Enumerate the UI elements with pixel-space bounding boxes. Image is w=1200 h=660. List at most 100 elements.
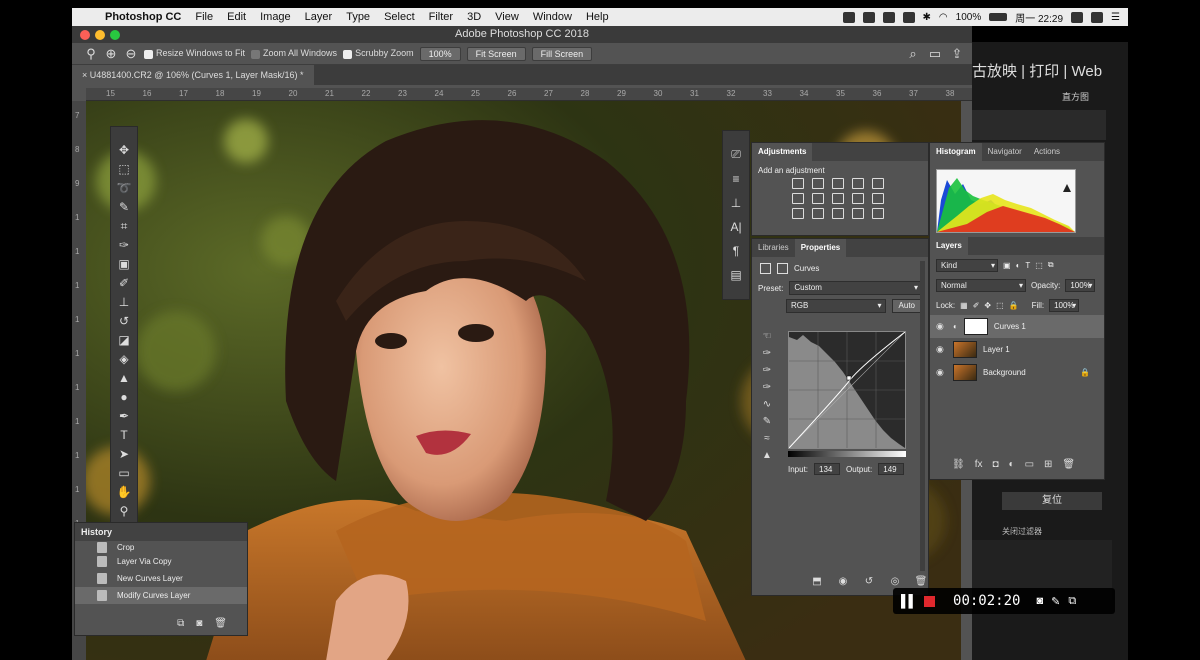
background-reset-button[interactable]: 复位	[1002, 492, 1102, 510]
pencil-curve-icon[interactable]: ✎	[760, 416, 774, 428]
filter-pixel-icon[interactable]: ▣	[1003, 261, 1011, 270]
pause-icon[interactable]: ▌▌	[901, 594, 917, 608]
posterize-icon[interactable]	[812, 208, 824, 219]
clone-source-icon[interactable]: ⊥	[731, 196, 741, 210]
eyedropper-tool-icon[interactable]: ✑	[113, 236, 135, 254]
view-previous-state-icon[interactable]: ◉	[836, 576, 850, 587]
reset-adjustment-icon[interactable]: ↺	[862, 576, 876, 587]
dodge-tool-icon[interactable]: ●	[113, 388, 135, 406]
move-tool-icon[interactable]: ✥	[113, 141, 135, 159]
zoom-in-icon[interactable]: ⊕	[104, 46, 118, 61]
layer-mask-icon[interactable]	[777, 262, 788, 274]
paint-bucket-tool-icon[interactable]: ◈	[113, 350, 135, 368]
filter-type-icon[interactable]: T	[1025, 261, 1030, 270]
trash-icon[interactable]: 🗑	[914, 576, 928, 587]
white-point-eyedropper-icon[interactable]: ✑	[760, 382, 774, 394]
selective-color-icon[interactable]	[872, 208, 884, 219]
gradient-map-icon[interactable]	[852, 208, 864, 219]
quick-select-tool-icon[interactable]: ✎	[113, 198, 135, 216]
brightness-contrast-icon[interactable]	[792, 178, 804, 189]
resize-windows-checkbox[interactable]: Resize Windows to Fit	[144, 48, 245, 59]
menu-app-name[interactable]: Photoshop CC	[98, 11, 188, 23]
visibility-eye-icon[interactable]: ◉	[936, 321, 947, 332]
snapshot-camera-icon[interactable]: ◙	[196, 618, 202, 629]
zoom-all-windows-checkbox[interactable]: Zoom All Windows	[251, 48, 337, 59]
wechat-icon[interactable]	[902, 11, 915, 23]
zoom-out-icon[interactable]: ⊖	[124, 46, 138, 61]
black-white-icon[interactable]	[832, 193, 844, 204]
filter-smart-object-icon[interactable]: ⧉	[1048, 260, 1054, 270]
tab-navigator[interactable]: Navigator	[982, 143, 1028, 161]
kind-filter-select[interactable]: Kind	[936, 258, 998, 272]
curves-graph[interactable]	[788, 331, 906, 449]
menu-image[interactable]: Image	[253, 11, 298, 23]
blur-tool-icon[interactable]: ▲	[113, 369, 135, 387]
share-icon[interactable]: ⇪	[950, 46, 964, 61]
close-tab-icon[interactable]: ×	[82, 70, 90, 80]
clock[interactable]: 周一 22:29	[1015, 10, 1063, 25]
history-item-modify-curves-layer[interactable]: Modify Curves Layer	[75, 587, 247, 604]
levels-icon[interactable]	[812, 178, 824, 189]
fill-value[interactable]: 100%	[1049, 298, 1080, 312]
brush-settings-icon[interactable]: ≡	[732, 172, 739, 186]
trash-icon[interactable]: 🗑	[214, 618, 227, 629]
new-adjustment-icon[interactable]: ◐	[1009, 459, 1015, 470]
minimize-icon[interactable]: ⧉	[1068, 595, 1076, 608]
layer-row-curves-1[interactable]: ◉ ◐ Curves 1	[930, 315, 1104, 338]
new-layer-icon[interactable]: ⊞	[1044, 459, 1052, 470]
exposure-icon[interactable]	[852, 178, 864, 189]
tab-actions[interactable]: Actions	[1028, 143, 1066, 161]
menu-3d[interactable]: 3D	[460, 11, 488, 23]
zoom-100-button[interactable]: 100%	[419, 46, 461, 61]
layer-mask-thumbnail[interactable]	[963, 318, 988, 335]
input-value[interactable]: 134	[814, 463, 841, 475]
new-document-from-state-icon[interactable]: ⧉	[177, 618, 184, 629]
healing-brush-tool-icon[interactable]: ▣	[113, 255, 135, 273]
pen-icon[interactable]: ✎	[1051, 595, 1060, 608]
menu-type[interactable]: Type	[339, 11, 377, 23]
zoom-window-icon[interactable]	[110, 30, 120, 40]
black-point-eyedropper-icon[interactable]: ✑	[760, 348, 774, 360]
app-status-icon[interactable]	[882, 11, 895, 23]
lock-transparent-icon[interactable]: ▦	[960, 301, 968, 310]
vibrance-icon[interactable]	[872, 178, 884, 189]
fit-screen-button[interactable]: Fit Screen	[466, 46, 526, 61]
character-panel-icon[interactable]: A|	[730, 220, 741, 234]
brush-panel-icon[interactable]: ⎚	[731, 147, 741, 162]
smooth-curve-icon[interactable]: ≈	[760, 433, 774, 445]
link-layers-icon[interactable]: ⛓	[952, 459, 965, 470]
lock-position-icon[interactable]: ✥	[984, 301, 991, 310]
hue-saturation-icon[interactable]	[792, 193, 804, 204]
type-tool-icon[interactable]: T	[113, 426, 135, 444]
visibility-eye-icon[interactable]: ◉	[936, 367, 947, 378]
lock-all-icon[interactable]: 🔒	[1009, 301, 1019, 310]
auto-button[interactable]: Auto	[891, 299, 922, 313]
layer-row-background[interactable]: ◉ Background 🔒	[930, 361, 1104, 384]
close-window-icon[interactable]	[80, 30, 90, 40]
output-value[interactable]: 149	[878, 463, 905, 475]
history-item-new-curves-layer[interactable]: New Curves Layer	[75, 570, 247, 587]
lock-artboard-icon[interactable]: ⬚	[996, 301, 1004, 310]
filter-shape-icon[interactable]: ⬚	[1035, 261, 1043, 270]
history-item-crop[interactable]: Crop	[75, 541, 247, 553]
stop-icon[interactable]	[924, 595, 936, 607]
layer-style-fx-icon[interactable]: fx	[975, 459, 983, 470]
menu-file[interactable]: File	[188, 11, 220, 23]
zoom-tool-icon[interactable]: ⚲	[84, 46, 98, 61]
document-tab[interactable]: × U4881400.CR2 @ 106% (Curves 1, Layer M…	[72, 65, 314, 85]
menu-select[interactable]: Select	[377, 11, 422, 23]
history-item-layer-via-copy[interactable]: Layer Via Copy	[75, 553, 247, 570]
trash-icon[interactable]: 🗑	[1062, 459, 1075, 470]
marquee-tool-icon[interactable]: ⬚	[113, 160, 135, 178]
paragraph-panel-icon[interactable]: ¶	[733, 244, 739, 258]
crop-tool-icon[interactable]: ⌗	[113, 217, 135, 235]
scrubby-zoom-checkbox[interactable]: Scrubby Zoom	[343, 48, 414, 59]
path-select-tool-icon[interactable]: ➤	[113, 445, 135, 463]
menu-help[interactable]: Help	[579, 11, 616, 23]
creative-cloud-icon[interactable]	[862, 11, 875, 23]
opacity-value[interactable]: 100%	[1065, 278, 1096, 292]
bluetooth-icon[interactable]: ✱	[923, 12, 931, 23]
menu-list-icon[interactable]: ☰	[1111, 12, 1120, 23]
lock-image-icon[interactable]: ✐	[973, 301, 980, 310]
new-group-icon[interactable]: ▭	[1025, 459, 1034, 470]
